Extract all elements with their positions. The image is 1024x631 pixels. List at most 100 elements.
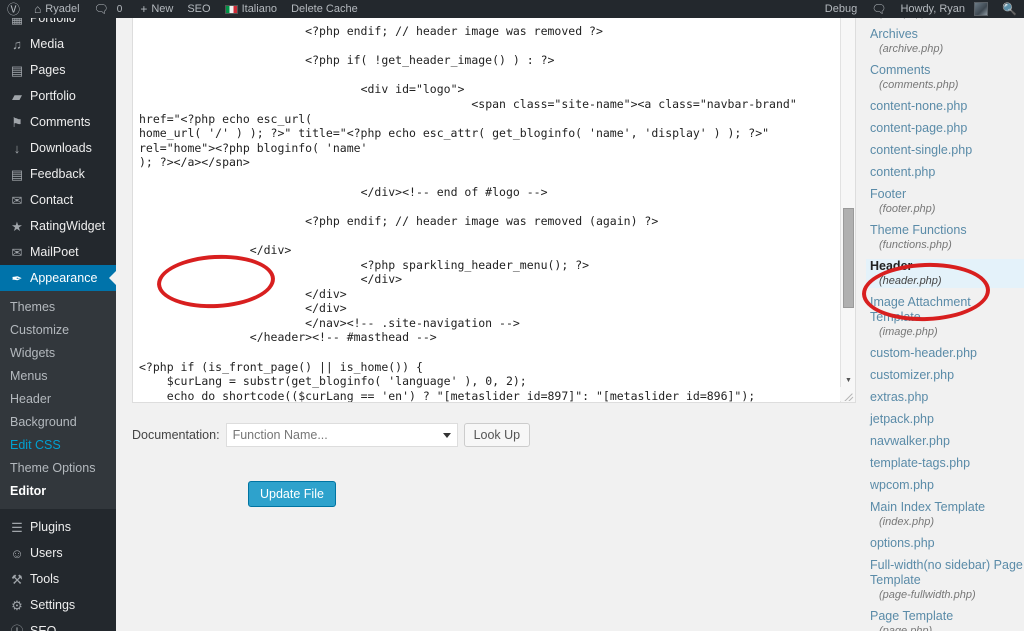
submenu-item-menus[interactable]: Menus [0, 365, 116, 388]
adminbar-item-new[interactable]: + New [133, 0, 180, 18]
adminbar-search-button[interactable]: 🔍 [995, 0, 1024, 18]
file-list-item-name[interactable]: Archives [870, 27, 1024, 42]
home-icon: ⌂ [34, 3, 41, 15]
file-list-item-name[interactable]: wpcom.php [870, 478, 1024, 493]
file-list-item[interactable]: Main Index Template(index.php) [866, 500, 1024, 529]
sidebar-item-ratingwidget[interactable]: ★ RatingWidget [0, 213, 116, 239]
submenu-item-theme-options[interactable]: Theme Options [0, 457, 116, 480]
file-list-item[interactable]: Comments(comments.php) [866, 63, 1024, 92]
sidebar-item-settings[interactable]: ⚙ Settings [0, 592, 116, 618]
sidebar-item-pages[interactable]: ▤ Pages [0, 57, 116, 83]
submenu-item-header[interactable]: Header [0, 388, 116, 411]
file-list-item-name[interactable]: content-single.php [870, 143, 1024, 158]
settings-gear-icon: ⚙ [7, 599, 27, 612]
file-list-item-name[interactable]: content-none.php [870, 99, 1024, 114]
adminbar-item-comments[interactable]: 🗨 0 [87, 0, 134, 18]
sidebar-item-feedback[interactable]: ▤ Feedback [0, 161, 116, 187]
adminbar-item-updates[interactable]: 🗨 [864, 0, 893, 18]
admin-bar: Ⓥ ⌂ Ryadel 🗨 0 + New SEO Italiano Delete… [0, 0, 1024, 18]
sidebar-item-comments[interactable]: ⚑ Comments [0, 109, 116, 135]
submenu-item-themes[interactable]: Themes [0, 296, 116, 319]
adminbar-item-delete-cache[interactable]: Delete Cache [284, 0, 365, 18]
file-list-item[interactable]: Full-width(no sidebar) Page Template(pag… [866, 558, 1024, 602]
submenu-item-customize[interactable]: Customize [0, 319, 116, 342]
feedback-icon: ▤ [7, 168, 27, 181]
file-list-item-name[interactable]: options.php [870, 536, 1024, 551]
adminbar-site-label: Ryadel [45, 3, 79, 15]
documentation-row: Documentation: Function Name... Look Up [132, 423, 530, 447]
documentation-function-select[interactable]: Function Name... [226, 423, 458, 447]
file-code-textarea[interactable] [133, 18, 839, 403]
file-list-item[interactable]: navwalker.php [866, 434, 1024, 449]
file-list-item[interactable]: content-single.php [866, 143, 1024, 158]
scroll-down-arrow-icon[interactable]: ▼ [841, 373, 856, 388]
resize-grip-icon[interactable] [840, 387, 854, 401]
sidebar-item-downloads[interactable]: ↓ Downloads [0, 135, 116, 161]
file-list-item-name[interactable]: template-tags.php [870, 456, 1024, 471]
file-list-item-name[interactable]: Full-width(no sidebar) Page Template [870, 558, 1024, 588]
wordpress-logo-icon[interactable]: Ⓥ [0, 0, 27, 18]
submenu-item-editor[interactable]: Editor [0, 480, 116, 503]
file-list-item[interactable]: customizer.php [866, 368, 1024, 383]
adminbar-item-seo[interactable]: SEO [180, 0, 217, 18]
file-list-item-name[interactable]: jetpack.php [870, 412, 1024, 427]
sidebar-item-seo[interactable]: Ⓘ SEO [0, 618, 116, 631]
file-list-item[interactable]: Archives(archive.php) [866, 27, 1024, 56]
file-list-item-name[interactable]: navwalker.php [870, 434, 1024, 449]
adminbar-item-debug[interactable]: Debug [818, 0, 864, 18]
file-list-item-name[interactable]: customizer.php [870, 368, 1024, 383]
file-list-item-name[interactable]: custom-header.php [870, 346, 1024, 361]
file-list-item[interactable]: template-tags.php [866, 456, 1024, 471]
file-list-item[interactable]: extras.php [866, 390, 1024, 405]
sidebar-item-users[interactable]: ☺ Users [0, 540, 116, 566]
code-scrollbar[interactable]: ▼ [840, 18, 855, 403]
media-icon: ♫ [7, 38, 27, 51]
sidebar-item-mailpoet[interactable]: ✉ MailPoet [0, 239, 116, 265]
file-list-item[interactable]: content-page.php [866, 121, 1024, 136]
file-list-item[interactable]: Page Template(page.php) [866, 609, 1024, 631]
sidebar-item-appearance[interactable]: ✒ Appearance [0, 265, 116, 291]
file-list-item[interactable]: content-none.php [866, 99, 1024, 114]
sidebar-item-portfolio-top[interactable]: ▦ Portfolio [0, 18, 116, 31]
sidebar-item-tools[interactable]: ⚒ Tools [0, 566, 116, 592]
file-list-item-name[interactable]: content-page.php [870, 121, 1024, 136]
file-list-item[interactable]: Image Attachment Template(image.php) [866, 295, 1024, 339]
sidebar-item-media[interactable]: ♫ Media [0, 31, 116, 57]
file-list-item[interactable]: jetpack.php [866, 412, 1024, 427]
adminbar-item-site[interactable]: ⌂ Ryadel [27, 0, 87, 18]
sidebar-item-portfolio[interactable]: ▰ Portfolio [0, 83, 116, 109]
file-list-item-name[interactable]: Page Template [870, 609, 1024, 624]
file-list-item-name[interactable]: Header [870, 259, 1024, 274]
sidebar-label: MailPoet [27, 245, 79, 259]
file-list-item[interactable]: custom-header.php [866, 346, 1024, 361]
file-list-item-name[interactable]: Main Index Template [870, 500, 1024, 515]
sidebar-label: Comments [27, 115, 90, 129]
file-list-item-name[interactable]: Footer [870, 187, 1024, 202]
submenu-item-edit-css[interactable]: Edit CSS [0, 434, 116, 457]
file-list-item-name[interactable]: Comments [870, 63, 1024, 78]
sidebar-label: Media [27, 37, 64, 51]
adminbar-item-account[interactable]: Howdy, Ryan [893, 0, 995, 18]
file-list-item-name[interactable]: extras.php [870, 390, 1024, 405]
file-list-item[interactable]: options.php [866, 536, 1024, 551]
sidebar-label: Plugins [27, 520, 71, 534]
adminbar-item-language[interactable]: Italiano [218, 0, 284, 18]
file-list-item[interactable]: content.php [866, 165, 1024, 180]
file-list-item-path: (page.php) [870, 624, 1024, 631]
file-list-item[interactable]: wpcom.php [866, 478, 1024, 493]
comment-icon: 🗨 [94, 3, 109, 15]
file-list-item-name[interactable]: Image Attachment Template [870, 295, 1024, 325]
file-list-item[interactable]: Header(header.php) [866, 259, 1024, 288]
submenu-item-widgets[interactable]: Widgets [0, 342, 116, 365]
file-list-item-name[interactable]: content.php [870, 165, 1024, 180]
submenu-item-background[interactable]: Background [0, 411, 116, 434]
mail-icon: ✉ [7, 246, 27, 259]
look-up-button[interactable]: Look Up [464, 423, 531, 447]
file-list-item[interactable]: Footer(footer.php) [866, 187, 1024, 216]
file-list-item-name[interactable]: Theme Functions [870, 223, 1024, 238]
update-file-button[interactable]: Update File [248, 481, 336, 507]
sidebar-item-plugins[interactable]: ☰ Plugins [0, 514, 116, 540]
file-list-item[interactable]: Theme Functions(functions.php) [866, 223, 1024, 252]
sidebar-item-contact[interactable]: ✉ Contact [0, 187, 116, 213]
code-scrollbar-thumb[interactable] [843, 208, 854, 308]
